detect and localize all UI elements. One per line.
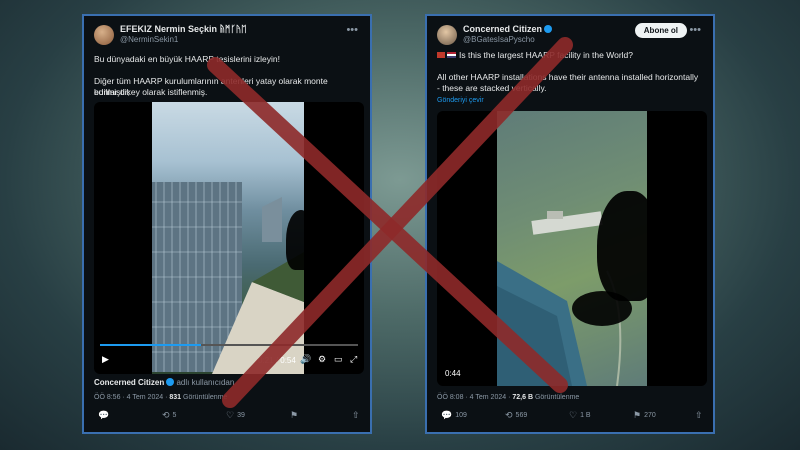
left-tweet-card: EFEKIZ Nermin Seçkin ᚥᛗᚴᚤᛖ @NerminSekin1… [82,14,372,434]
reply-icon: 💬 [98,410,110,420]
reply-icon: 💬 [441,410,453,420]
tweet-line1-text: Is this the largest HAARP facility in th… [459,50,634,60]
like-icon: ♡ [569,410,578,420]
tweet-time[interactable]: ÖÖ 8:56 · 4 Tem 2024 · [94,394,167,401]
bookmark-icon: ⚑ [633,410,642,420]
author-name-text: Concerned Citizen [463,24,543,34]
verified-icon [544,25,553,33]
attribution-suffix: adlı kullanıcıdan [176,378,235,387]
antenna-array-image [152,182,304,374]
author-handle[interactable]: @BGatesIsaPyscho [463,35,535,44]
follow-button[interactable]: Abone ol [634,23,687,38]
reply-count: 109 [455,412,467,419]
bookmark-icon: ⚑ [290,410,299,420]
retweet-button[interactable]: ⟲ 569 [505,410,527,421]
reply-button[interactable]: 💬 109 [441,410,467,421]
like-count: 1 B [580,412,591,419]
views-label: Görüntülenme [183,394,228,401]
author-name[interactable]: EFEKIZ Nermin Seçkin ᚥᛗᚴᚤᛖ [120,24,247,34]
avatar[interactable] [94,25,114,45]
video-player[interactable]: ▶ 0:21 / 0:54 🔊 ⚙ ▭ ⤢ [94,102,364,374]
video-frame [152,102,304,374]
video-player[interactable]: 0:44 [437,111,707,386]
like-button[interactable]: ♡ 39 [226,410,245,421]
like-count: 39 [237,412,245,419]
views-count: 72,6 B [512,394,533,401]
retweet-icon: ⟲ [162,410,170,420]
video-attribution: Concerned Citizen adlı kullanıcıdan [94,378,234,387]
video-time: 0:44 [445,369,461,378]
video-progress-bar[interactable] [100,344,358,346]
video-time: 0:21 / 0:54 [258,356,296,365]
hand-shadow [597,191,657,301]
views-count: 831 [169,394,182,401]
tweet-timestamp-row: ÖÖ 8:56 · 4 Tem 2024 · 831 Görüntülenme [94,394,227,401]
tweet-text-line3: bunlar dikey olarak istiflenmiş. [94,87,208,97]
finger-shadow [572,291,632,326]
video-progress-fill [100,344,201,346]
like-icon: ♡ [226,410,235,420]
reply-button[interactable]: 💬 [98,410,112,421]
avatar[interactable] [437,25,457,45]
bookmark-button[interactable]: ⚑ [290,410,301,421]
more-options-icon[interactable]: ••• [346,24,358,36]
flag-icons [437,52,445,58]
share-button[interactable]: ⇧ [352,410,363,421]
tweet-timestamp-row: ÖÖ 8:08 · 4 Tem 2024 · 72,6 B Görüntülen… [437,394,579,401]
play-icon[interactable]: ▶ [102,354,109,365]
retweet-count: 5 [172,412,177,419]
tweet-text-line2: All other HAARP installations have their… [437,72,699,93]
retweet-icon: ⟲ [505,410,513,420]
hand-shadow [286,210,316,270]
captions-icon[interactable]: ▭ [334,354,343,365]
share-icon: ⇧ [352,410,360,420]
verified-icon [166,378,175,386]
right-tweet-card: Concerned Citizen @BGatesIsaPyscho Abone… [425,14,715,434]
bookmark-count: 270 [644,412,656,419]
tweet-text-line1: Bu dünyadaki en büyük HAARP tesislerini … [94,54,280,64]
retweet-count: 569 [515,412,528,419]
share-icon: ⇧ [695,410,703,420]
volume-icon[interactable]: 🔊 [300,354,311,365]
more-options-icon[interactable]: ••• [689,24,701,36]
tweet-header: Concerned Citizen @BGatesIsaPyscho Abone… [437,23,703,50]
author-handle[interactable]: @NerminSekin1 [120,35,178,44]
attribution-name[interactable]: Concerned Citizen [94,378,164,387]
views-label: Görüntülenme [534,394,580,401]
fullscreen-icon[interactable]: ⤢ [350,354,357,365]
tweet-time[interactable]: ÖÖ 8:08 · 4 Tem 2024 · [437,394,510,401]
share-button[interactable]: ⇧ [695,410,706,421]
tweet-actions: 💬 109 ⟲ 569 ♡ 1 B ⚑ 270 ⇧ [437,410,703,422]
tweet-text-line1: Is this the largest HAARP facility in th… [437,50,703,61]
flag-icon-us [447,52,456,58]
tweet-actions: 💬 ⟲ 5 ♡ 39 ⚑ ⇧ [94,410,360,422]
translate-link[interactable]: Gönderiyi çevir [437,97,484,104]
settings-icon[interactable]: ⚙ [318,354,326,365]
author-name[interactable]: Concerned Citizen [463,24,553,34]
retweet-button[interactable]: ⟲ 5 [162,410,176,421]
bookmark-button[interactable]: ⚑ 270 [633,410,656,421]
like-button[interactable]: ♡ 1 B [569,410,591,421]
tweet-header: EFEKIZ Nermin Seçkin ᚥᛗᚴᚤᛖ @NerminSekin1… [94,24,360,50]
